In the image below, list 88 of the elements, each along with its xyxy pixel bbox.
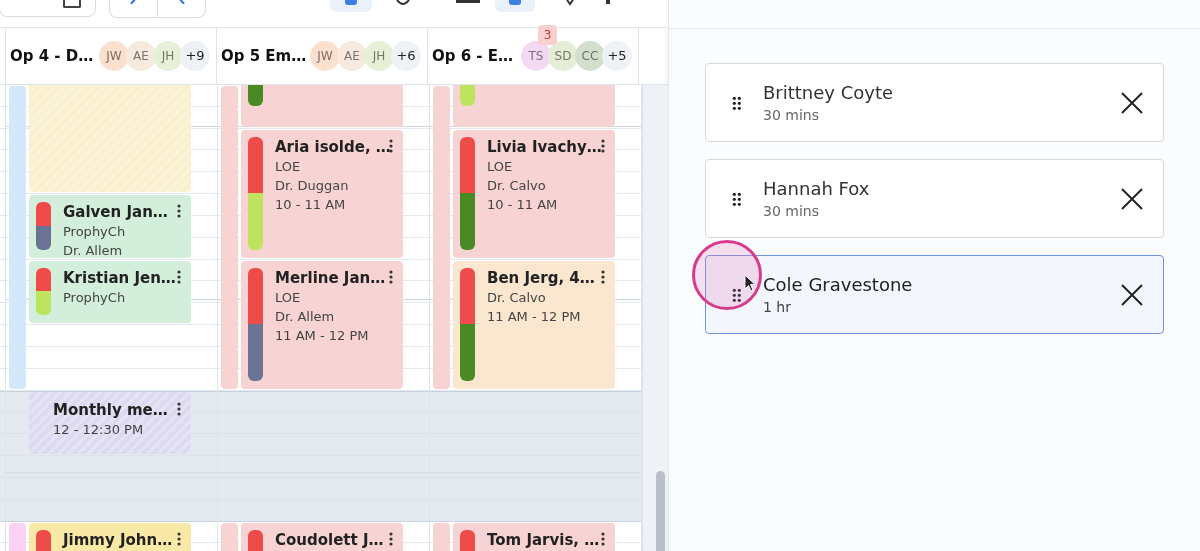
scrollbar-thumb[interactable]	[656, 471, 665, 551]
more-count[interactable]: +5	[602, 41, 632, 71]
appointment-title: Livia Ivachy…	[487, 136, 601, 157]
appointment-detail: Dr. Duggan	[275, 176, 350, 195]
appointment-title: Coudolett J…	[275, 529, 385, 550]
avatar: SD	[548, 41, 578, 71]
appointment-detail: LOE	[275, 288, 302, 307]
appointment-detail: ProphyCh	[63, 288, 127, 307]
avatar: JH	[364, 41, 394, 71]
patient-name: Brittney Coyte	[763, 81, 894, 105]
duration: 1 hr	[763, 298, 791, 317]
toolbar-button[interactable]	[495, 0, 535, 12]
duration: 30 mins	[763, 202, 819, 221]
more-icon[interactable]	[601, 269, 605, 284]
more-icon[interactable]	[601, 138, 605, 153]
toolbar-icon[interactable]	[605, 0, 611, 6]
appointment-detail: Dr. Calvo	[487, 176, 547, 195]
appointment-title: Monthly me…	[53, 399, 169, 420]
column-title: Op 4 - D…	[10, 47, 94, 65]
appointment-detail: 11 AM - 12 PM	[275, 326, 370, 345]
appointment-card[interactable]: Aria isolde, … LOE Dr. Duggan 10 - 11 AM	[241, 129, 403, 258]
status-bar	[36, 267, 51, 316]
avatar: TS	[521, 41, 551, 71]
appointment-card[interactable]: Merline Jan… LOE Dr. Allem 11 AM - 12 PM	[241, 260, 403, 389]
toolbar-button[interactable]	[330, 0, 372, 12]
more-count[interactable]: +6	[391, 41, 421, 71]
more-icon[interactable]	[177, 269, 181, 284]
more-icon[interactable]	[177, 401, 181, 416]
appointment-detail: 10 - 11 AM	[487, 195, 559, 214]
appointment-detail: 11 AM - 12 PM	[487, 307, 582, 326]
cursor-icon	[744, 274, 756, 292]
appointment-detail: ProphyCh	[63, 223, 127, 242]
more-count[interactable]: +9	[180, 41, 210, 71]
appointment-card[interactable]: Galven Jan… ProphyCh Dr. Allem	[29, 195, 191, 258]
appointment-title: Aria isolde, …	[275, 136, 389, 157]
drag-handle-icon[interactable]	[732, 95, 741, 110]
appointment-card[interactable]: Kristian Jen… ProphyCh	[29, 260, 191, 324]
avatar: CC	[575, 41, 605, 71]
toolbar-icon[interactable]	[395, 0, 411, 8]
more-icon[interactable]	[389, 138, 393, 153]
appointment-title: Jimmy John…	[63, 529, 174, 550]
appointment-detail: Dr. Allem	[63, 242, 124, 258]
patient-name: Cole Gravestone	[763, 273, 913, 297]
appointment-detail: LOE	[275, 157, 302, 176]
appointment-title: Kristian Jen…	[63, 267, 177, 288]
notification-badge: 3	[538, 25, 557, 45]
appointment-card[interactable]: Tom Jarvis, …	[453, 522, 615, 551]
more-icon[interactable]	[601, 531, 605, 546]
drag-handle-icon[interactable]	[732, 287, 741, 302]
appointment-item[interactable]: Hannah Fox 30 mins	[705, 159, 1164, 238]
status-bar	[36, 202, 51, 250]
avatar: JH	[153, 41, 183, 71]
appointment-card[interactable]: Jimmy John…	[29, 522, 191, 551]
appointment-title: Tom Jarvis, …	[487, 529, 601, 550]
column-title: Op 6 - E…	[432, 47, 514, 65]
chevron-right-icon	[178, 0, 185, 4]
drag-handle-icon[interactable]	[732, 191, 741, 206]
patient-name: Hannah Fox	[763, 177, 870, 201]
appointment-detail: Dr. Calvo	[487, 288, 547, 307]
appointment-detail: LOE	[487, 157, 514, 176]
avatar: AE	[126, 41, 156, 71]
appointment-item[interactable]: Cole Gravestone 1 hr	[705, 255, 1164, 334]
close-icon[interactable]	[1121, 283, 1143, 306]
duration: 30 mins	[763, 106, 819, 125]
avatar: AE	[337, 41, 367, 71]
appointment-title: Ben Jerg, 4…	[487, 267, 596, 288]
appointment-card[interactable]: Ben Jerg, 4… Dr. Calvo 11 AM - 12 PM	[453, 260, 615, 389]
more-icon[interactable]	[389, 531, 393, 546]
more-icon[interactable]	[389, 269, 393, 284]
close-icon[interactable]	[1121, 187, 1143, 210]
toolbar-icon[interactable]	[456, 0, 480, 4]
avatar: JW	[99, 41, 129, 71]
appointment-detail: Dr. Allem	[275, 307, 336, 326]
appointment-title: Galven Jan…	[63, 202, 169, 223]
appointment-detail: 10 - 11 AM	[275, 195, 347, 214]
appointment-card[interactable]: Livia Ivachy… LOE Dr. Calvo 10 - 11 AM	[453, 129, 615, 258]
chevron-left-icon	[130, 0, 137, 4]
close-icon[interactable]	[1121, 91, 1143, 114]
more-icon[interactable]	[177, 204, 181, 219]
appointment-title: Merline Jan…	[275, 267, 387, 288]
column-title: Op 5 Em…	[221, 47, 307, 65]
appointment-card[interactable]: Coudolett J…	[241, 522, 403, 551]
appointment-item[interactable]: Brittney Coyte 30 mins	[705, 63, 1164, 142]
more-icon[interactable]	[177, 531, 181, 546]
toolbar-icon[interactable]	[565, 0, 575, 6]
avatar: JW	[310, 41, 340, 71]
appointment-detail: 12 - 12:30 PM	[53, 420, 145, 439]
event-card[interactable]: Monthly me… 12 - 12:30 PM	[29, 391, 191, 455]
